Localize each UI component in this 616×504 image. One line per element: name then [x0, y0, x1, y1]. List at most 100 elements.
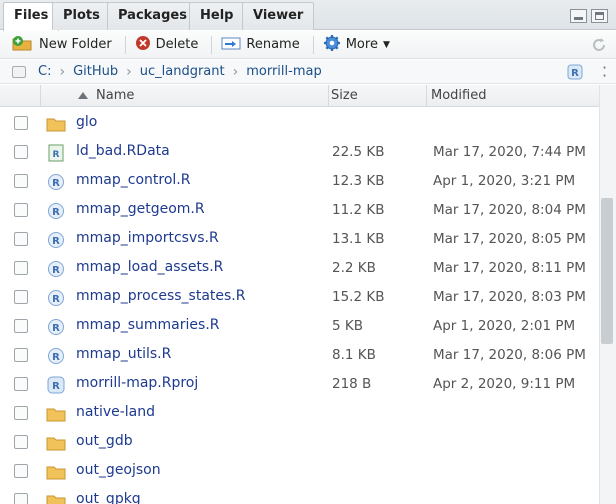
row-checkbox[interactable] — [14, 377, 28, 391]
file-name-link[interactable]: mmap_utils.R — [76, 346, 171, 362]
more-menu-button[interactable]: More ▼ — [319, 34, 394, 56]
file-name-link[interactable]: mmap_load_assets.R — [76, 259, 223, 275]
table-row[interactable]: out_gpkg — [0, 487, 599, 504]
svg-text:R: R — [52, 294, 60, 305]
tab-packages[interactable]: Packages — [107, 2, 198, 30]
row-checkbox[interactable] — [14, 348, 28, 362]
table-row[interactable]: native-land — [0, 400, 599, 429]
breadcrumb-separator: › — [126, 63, 132, 80]
file-name-link[interactable]: mmap_summaries.R — [76, 317, 220, 333]
svg-text:R: R — [52, 207, 60, 218]
row-checkbox[interactable] — [14, 174, 28, 188]
scrollbar-thumb[interactable] — [601, 198, 613, 344]
tab-help[interactable]: Help — [189, 2, 245, 30]
column-name-label: Name — [96, 88, 135, 103]
file-modified: Apr 1, 2020, 3:21 PM — [433, 173, 576, 189]
row-checkbox[interactable] — [14, 232, 28, 246]
file-size: 15.2 KB — [332, 289, 385, 305]
folder-icon — [46, 404, 66, 424]
folder-icon — [46, 491, 66, 504]
rdata-file-icon: R — [46, 143, 66, 163]
r-script-icon: R — [46, 259, 66, 279]
table-row[interactable]: out_gdb — [0, 429, 599, 458]
more-label: More — [345, 37, 378, 52]
table-row[interactable]: glo — [0, 110, 599, 139]
file-modified: Apr 1, 2020, 2:01 PM — [433, 318, 576, 334]
refresh-icon[interactable] — [590, 36, 608, 54]
r-script-icon: R — [46, 172, 66, 192]
svg-text:R: R — [52, 265, 60, 276]
r-script-icon: R — [46, 317, 66, 337]
table-row[interactable]: R mmap_control.R 12.3 KB Apr 1, 2020, 3:… — [0, 168, 599, 197]
table-row[interactable]: R morrill-map.Rproj 218 B Apr 2, 2020, 9… — [0, 371, 599, 400]
home-icon[interactable] — [12, 65, 26, 78]
file-list: glo R ld_bad.RData 22.5 KB Mar 17, 2020,… — [0, 107, 599, 504]
column-modified-label: Modified — [431, 88, 487, 103]
file-name-link[interactable]: ld_bad.RData — [76, 143, 170, 159]
table-row[interactable]: R mmap_process_states.R 15.2 KB Mar 17, … — [0, 284, 599, 313]
file-modified: Mar 17, 2020, 8:06 PM — [433, 347, 586, 363]
file-name-link[interactable]: mmap_getgeom.R — [76, 201, 205, 217]
row-checkbox[interactable] — [14, 464, 28, 478]
row-checkbox[interactable] — [14, 116, 28, 130]
delete-icon — [135, 35, 151, 55]
table-row[interactable]: out_geojson — [0, 458, 599, 487]
row-checkbox[interactable] — [14, 203, 28, 217]
r-script-icon: R — [46, 201, 66, 221]
rproj-file-icon: R — [46, 375, 66, 395]
file-name-link[interactable]: out_geojson — [76, 462, 161, 478]
file-name-link[interactable]: morrill-map.Rproj — [76, 375, 198, 391]
new-folder-button[interactable]: New Folder — [8, 34, 116, 56]
row-checkbox[interactable] — [14, 319, 28, 333]
row-checkbox[interactable] — [14, 290, 28, 304]
new-folder-icon — [12, 35, 34, 55]
minimize-pane-button[interactable] — [570, 9, 587, 23]
row-checkbox[interactable] — [14, 261, 28, 275]
file-name-link[interactable]: glo — [76, 114, 97, 130]
file-size: 12.3 KB — [332, 173, 385, 189]
more-options-icon[interactable]: · · — [602, 60, 608, 84]
svg-text:R: R — [52, 352, 60, 363]
toolbar-divider — [211, 35, 213, 54]
project-icon[interactable]: R — [566, 63, 584, 85]
file-name-link[interactable]: mmap_control.R — [76, 172, 190, 188]
folder-icon — [46, 114, 66, 134]
tab-plots[interactable]: Plots — [52, 2, 111, 30]
row-checkbox[interactable] — [14, 493, 28, 504]
breadcrumb-item[interactable]: uc_landgrant — [138, 64, 227, 79]
sort-ascending-icon — [78, 92, 88, 99]
breadcrumb-item[interactable]: GitHub — [71, 64, 120, 79]
table-row[interactable]: R mmap_utils.R 8.1 KB Mar 17, 2020, 8:06… — [0, 342, 599, 371]
svg-text:R: R — [52, 381, 60, 392]
tab-viewer[interactable]: Viewer — [242, 2, 315, 30]
row-checkbox[interactable] — [14, 406, 28, 420]
row-checkbox[interactable] — [14, 435, 28, 449]
breadcrumb-item[interactable]: C: — [36, 64, 53, 79]
file-size: 22.5 KB — [332, 144, 385, 160]
file-size: 218 B — [332, 376, 372, 392]
caret-down-icon: ▼ — [382, 39, 390, 50]
file-name-link[interactable]: native-land — [76, 404, 155, 420]
file-name-link[interactable]: out_gdb — [76, 433, 133, 449]
table-row[interactable]: R mmap_getgeom.R 11.2 KB Mar 17, 2020, 8… — [0, 197, 599, 226]
table-row[interactable]: R mmap_load_assets.R 2.2 KB Mar 17, 2020… — [0, 255, 599, 284]
table-row[interactable]: R mmap_summaries.R 5 KB Apr 1, 2020, 2:0… — [0, 313, 599, 342]
file-modified: Mar 17, 2020, 8:11 PM — [433, 260, 586, 276]
table-row[interactable]: R ld_bad.RData 22.5 KB Mar 17, 2020, 7:4… — [0, 139, 599, 168]
file-size: 11.2 KB — [332, 202, 385, 218]
svg-text:R: R — [53, 150, 60, 160]
breadcrumb-separator: › — [232, 63, 239, 80]
file-name-link[interactable]: mmap_importcsvs.R — [76, 230, 219, 246]
column-size-label: Size — [331, 88, 358, 103]
delete-button[interactable]: Delete — [131, 34, 203, 56]
file-name-link[interactable]: mmap_process_states.R — [76, 288, 245, 304]
rename-button[interactable]: Rename — [217, 34, 303, 56]
file-modified: Apr 2, 2020, 9:11 PM — [433, 376, 576, 392]
file-name-link[interactable]: out_gpkg — [76, 491, 141, 504]
breadcrumb-item[interactable]: morrill-map — [244, 64, 324, 79]
file-list-header: Name Size Modified — [0, 85, 599, 107]
row-checkbox[interactable] — [14, 145, 28, 159]
table-row[interactable]: R mmap_importcsvs.R 13.1 KB Mar 17, 2020… — [0, 226, 599, 255]
maximize-pane-button[interactable] — [591, 9, 608, 23]
tab-files[interactable]: Files — [3, 2, 60, 31]
